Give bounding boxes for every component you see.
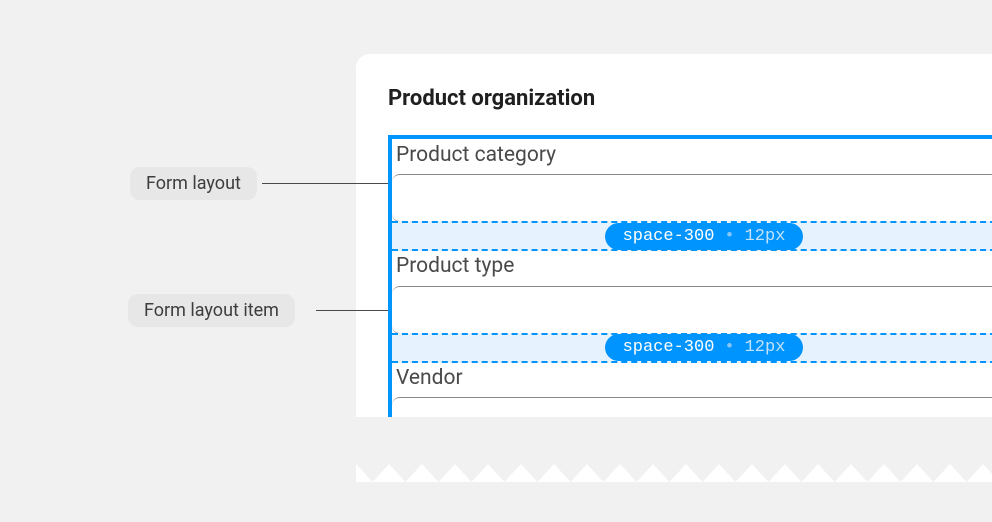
card-title: Product organization (388, 86, 992, 111)
annotation-form-layout: Form layout (130, 167, 257, 200)
spacing-value: 12px (745, 338, 786, 357)
annotation-form-layout-item: Form layout item (128, 294, 295, 327)
field-input-category[interactable] (392, 174, 992, 222)
field-input-type[interactable] (392, 286, 992, 334)
field-label-vendor: Vendor (392, 362, 992, 395)
spacing-badge: space-300 • 12px (605, 223, 804, 250)
spacing-badge: space-300 • 12px (605, 334, 804, 361)
spacing-indicator: space-300 • 12px (392, 333, 992, 363)
spacing-token: space-300 (623, 338, 715, 357)
spacing-value: 12px (745, 227, 786, 246)
field-label-category: Product category (392, 139, 992, 172)
spacing-indicator: space-300 • 12px (392, 221, 992, 251)
separator-dot: • (724, 338, 734, 357)
torn-edge-decoration (356, 482, 992, 522)
spacing-token: space-300 (623, 227, 715, 246)
annotation-line-form-layout (262, 183, 388, 184)
field-input-vendor[interactable] (392, 397, 992, 417)
separator-dot: • (724, 227, 734, 246)
annotation-line-form-layout-item (316, 310, 388, 311)
field-label-type: Product type (392, 250, 992, 283)
form-card: Product organization Product category sp… (356, 54, 992, 417)
form-layout-container: Product category space-300 • 12px Produc… (388, 135, 992, 417)
